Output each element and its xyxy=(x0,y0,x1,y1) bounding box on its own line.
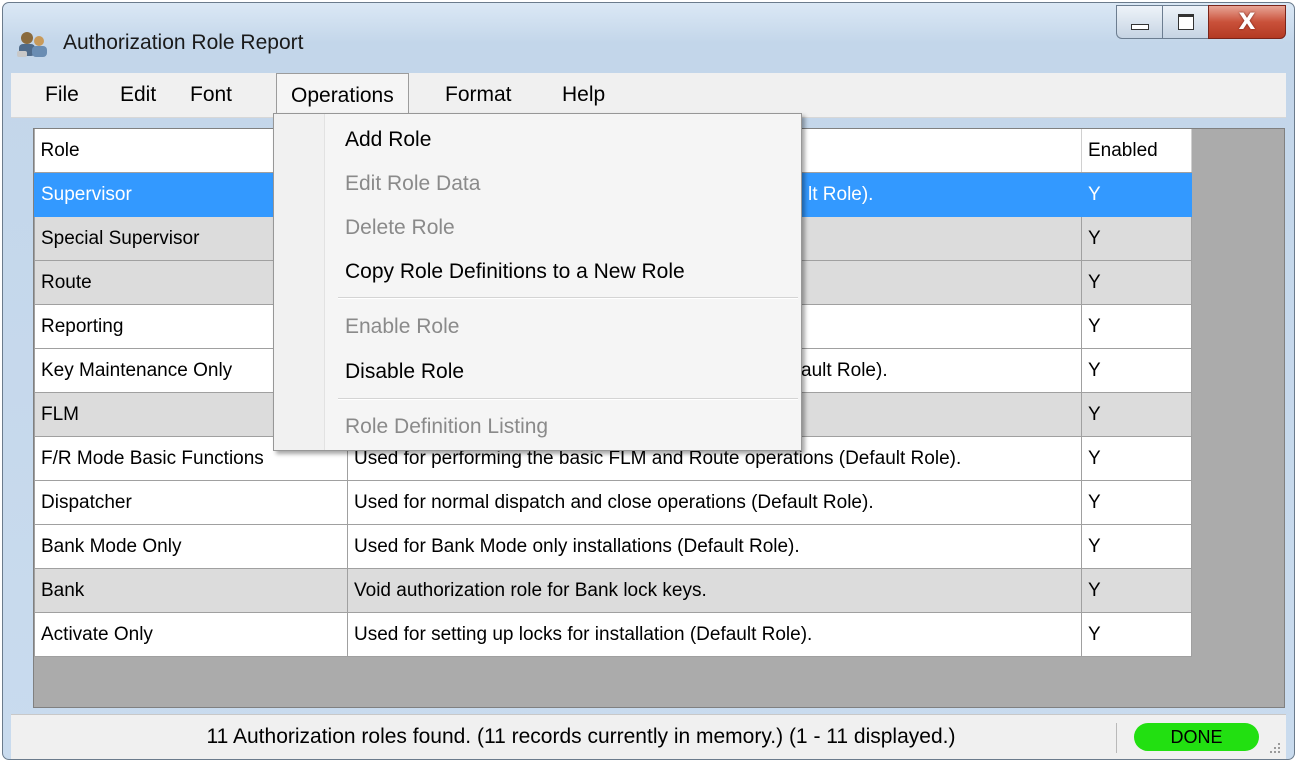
table-row[interactable]: Bank Mode Only Used for Bank Mode only i… xyxy=(34,524,1192,569)
window-title: Authorization Role Report xyxy=(63,31,304,54)
description-cell[interactable]: Used for normal dispatch and close opera… xyxy=(347,480,1082,525)
menu-edit[interactable]: Edit xyxy=(106,73,170,117)
enabled-cell[interactable]: Y xyxy=(1081,568,1192,613)
close-button[interactable]: X xyxy=(1208,5,1286,39)
enabled-cell[interactable]: Y xyxy=(1081,612,1192,657)
menu-format[interactable]: Format xyxy=(431,73,526,117)
menu-item-enable-role[interactable]: Enable Role xyxy=(345,315,459,339)
role-cell[interactable]: Dispatcher xyxy=(34,480,348,525)
menu-separator xyxy=(338,398,798,400)
minimize-icon xyxy=(1130,24,1149,30)
enabled-cell[interactable]: Y xyxy=(1081,392,1192,437)
menu-item-role-definition-listing[interactable]: Role Definition Listing xyxy=(345,415,548,439)
menu-bar: File Edit Font Operations Format Help xyxy=(11,73,1286,119)
table-row[interactable]: Bank Void authorization role for Bank lo… xyxy=(34,568,1192,613)
users-keys-icon xyxy=(17,32,47,57)
menu-help[interactable]: Help xyxy=(548,73,619,117)
enabled-cell[interactable]: Y xyxy=(1081,172,1192,217)
status-message: 11 Authorization roles found. (11 record… xyxy=(206,725,956,748)
window-controls: X xyxy=(1116,5,1286,43)
description-cell[interactable]: Void authorization role for Bank lock ke… xyxy=(347,568,1082,613)
table-row[interactable]: Activate Only Used for setting up locks … xyxy=(34,612,1192,657)
menu-file[interactable]: File xyxy=(31,73,93,117)
maximize-button[interactable] xyxy=(1162,5,1208,39)
role-cell[interactable]: Activate Only xyxy=(34,612,348,657)
minimize-button[interactable] xyxy=(1116,5,1162,39)
status-divider xyxy=(1116,723,1117,753)
menu-item-edit-role-data[interactable]: Edit Role Data xyxy=(345,172,480,196)
menu-item-disable-role[interactable]: Disable Role xyxy=(345,360,464,384)
enabled-cell[interactable]: Y xyxy=(1081,216,1192,261)
enabled-cell[interactable]: Y xyxy=(1081,304,1192,349)
enabled-cell[interactable]: Y xyxy=(1081,480,1192,525)
menu-item-delete-role[interactable]: Delete Role xyxy=(345,216,455,240)
menu-item-copy-role-definitions[interactable]: Copy Role Definitions to a New Role xyxy=(345,260,685,284)
menu-font[interactable]: Font xyxy=(176,73,246,117)
enabled-cell[interactable]: Y xyxy=(1081,436,1192,481)
role-cell[interactable]: Bank xyxy=(34,568,348,613)
menu-icon-gutter xyxy=(274,114,325,450)
maximize-icon xyxy=(1177,14,1194,30)
description-cell[interactable]: Used for setting up locks for installati… xyxy=(347,612,1082,657)
description-cell[interactable]: Used for Bank Mode only installations (D… xyxy=(347,524,1082,569)
table-row[interactable]: Dispatcher Used for normal dispatch and … xyxy=(34,480,1192,525)
enabled-cell[interactable]: Y xyxy=(1081,260,1192,305)
status-bar: 11 Authorization roles found. (11 record… xyxy=(11,714,1286,759)
enabled-cell[interactable]: Y xyxy=(1081,524,1192,569)
close-icon: X xyxy=(1238,9,1256,35)
menu-item-add-role[interactable]: Add Role xyxy=(345,128,431,152)
role-cell[interactable]: Bank Mode Only xyxy=(34,524,348,569)
menu-separator xyxy=(338,297,798,299)
column-header-enabled[interactable]: Enabled xyxy=(1081,129,1192,173)
operations-dropdown-menu: Add Role Edit Role Data Delete Role Copy… xyxy=(273,113,802,451)
resize-grip-icon[interactable] xyxy=(1266,739,1282,755)
title-bar[interactable]: Authorization Role Report X xyxy=(3,3,1294,67)
enabled-cell[interactable]: Y xyxy=(1081,348,1192,393)
status-badge: DONE xyxy=(1134,723,1259,751)
